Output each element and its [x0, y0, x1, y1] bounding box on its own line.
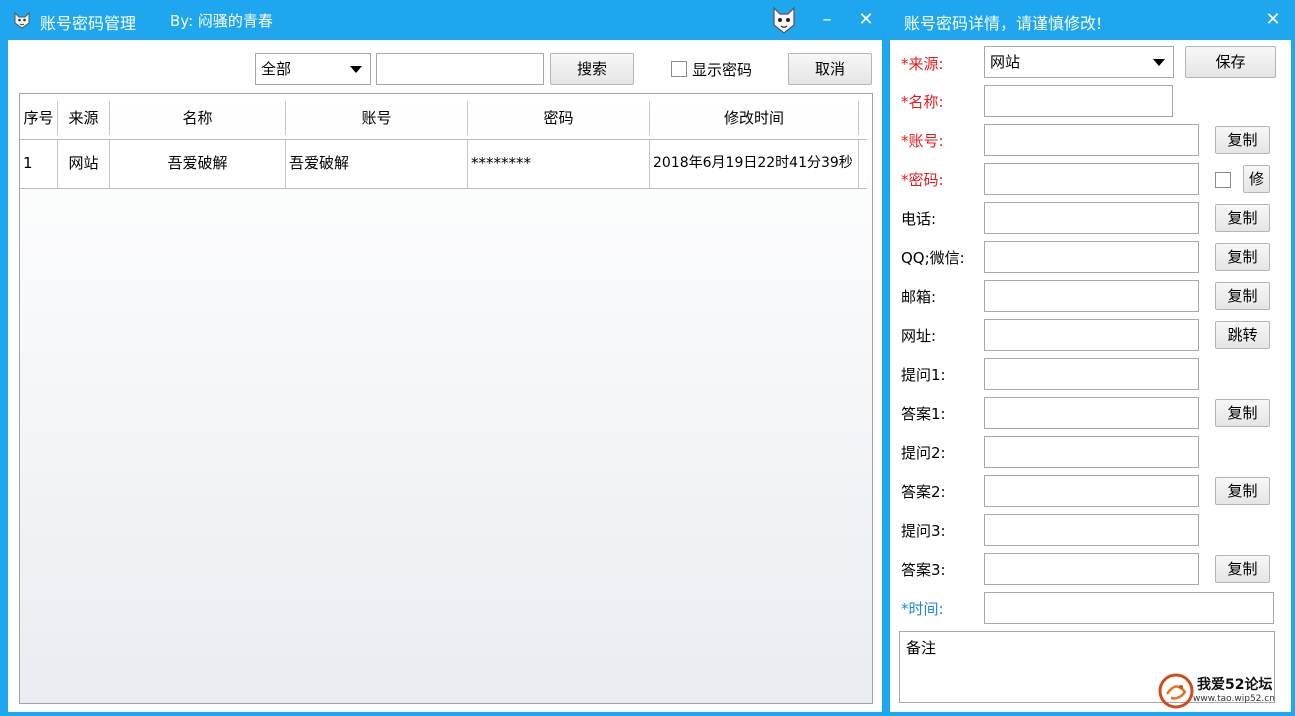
- question3-input[interactable]: [984, 514, 1199, 546]
- jump-url-button[interactable]: 跳转: [1215, 321, 1270, 349]
- author-credit: By: 闷骚的青春: [170, 12, 273, 30]
- dropdown-arrow-icon: [350, 66, 362, 73]
- name-label: *名称:: [901, 93, 944, 111]
- search-button[interactable]: 搜索: [550, 53, 634, 85]
- filter-dropdown[interactable]: 全部: [255, 53, 371, 85]
- cancel-button[interactable]: 取消: [788, 53, 872, 85]
- show-password-checkbox[interactable]: [671, 61, 687, 77]
- name-input[interactable]: [984, 85, 1173, 117]
- close-icon[interactable]: ✕: [1261, 8, 1285, 32]
- cell-modified-time: 2018年6月19日22时41分39秒: [650, 140, 859, 188]
- answer1-input[interactable]: [984, 397, 1199, 429]
- copy-qq-wechat-button[interactable]: 复制: [1215, 243, 1270, 271]
- modify-password-button[interactable]: 修: [1243, 165, 1270, 193]
- column-header-source[interactable]: 来源: [58, 101, 110, 135]
- url-input[interactable]: [984, 319, 1199, 351]
- dropdown-arrow-icon: [1153, 59, 1165, 66]
- detail-client-area: *来源: 网站 保存 *名称: *账号: 复制 *密码: 修 电话: 复制 QQ…: [890, 40, 1291, 712]
- copy-answer3-button[interactable]: 复制: [1215, 555, 1270, 583]
- memo-value: 备注: [906, 639, 937, 657]
- detail-title-bar: 账号密码详情，请谨慎修改! ✕: [886, 0, 1295, 40]
- answer2-input[interactable]: [984, 475, 1199, 507]
- source-label: *来源:: [901, 55, 944, 73]
- phone-label: 电话:: [901, 210, 937, 228]
- close-icon[interactable]: ✕: [854, 8, 878, 32]
- email-input[interactable]: [984, 280, 1199, 312]
- copy-phone-button[interactable]: 复制: [1215, 204, 1270, 232]
- column-header-modified-time[interactable]: 修改时间: [650, 101, 859, 135]
- filter-dropdown-value: 全部: [261, 60, 292, 78]
- cell-account: 吾爱破解: [286, 140, 468, 188]
- forum-watermark: 我爱52论坛 www.tao.wip52.cn: [1157, 670, 1287, 712]
- question1-input[interactable]: [984, 358, 1199, 390]
- cell-source: 网站: [58, 140, 110, 188]
- question2-label: 提问2:: [901, 444, 946, 462]
- accounts-table: 序号 来源 名称 账号 密码 修改时间 1 网站 吾爱破解 吾爱破解 *****…: [19, 93, 873, 704]
- main-title-bar: 账号密码管理 By: 闷骚的青春 – ✕: [0, 0, 884, 40]
- answer3-input[interactable]: [984, 553, 1199, 585]
- column-header-account[interactable]: 账号: [286, 101, 468, 135]
- answer1-label: 答案1:: [901, 405, 946, 423]
- source-dropdown[interactable]: 网站: [984, 46, 1174, 78]
- show-password-label: 显示密码: [692, 61, 753, 79]
- cell-name: 吾爱破解: [110, 140, 286, 188]
- question2-input[interactable]: [984, 436, 1199, 468]
- cell-password: ********: [468, 140, 650, 188]
- time-input[interactable]: [984, 592, 1274, 624]
- detail-window: 账号密码详情，请谨慎修改! ✕ *来源: 网站 保存 *名称: *账号: 复制 …: [886, 0, 1295, 716]
- cat-mascot-icon: [773, 6, 795, 34]
- qq-wechat-input[interactable]: [984, 241, 1199, 273]
- dragon-logo-icon: [1158, 673, 1194, 709]
- save-button[interactable]: 保存: [1185, 46, 1276, 78]
- watermark-url: www.tao.wip52.cn: [1193, 694, 1275, 704]
- copy-answer2-button[interactable]: 复制: [1215, 477, 1270, 505]
- search-input[interactable]: [376, 53, 544, 85]
- account-label: *账号:: [901, 132, 944, 150]
- phone-input[interactable]: [984, 202, 1199, 234]
- copy-account-button[interactable]: 复制: [1215, 126, 1270, 154]
- main-window-title: 账号密码管理: [40, 14, 137, 33]
- copy-answer1-button[interactable]: 复制: [1215, 399, 1270, 427]
- column-header-name[interactable]: 名称: [110, 101, 286, 135]
- qq-wechat-label: QQ;微信:: [901, 249, 965, 267]
- url-label: 网址:: [901, 327, 937, 345]
- cat-app-icon: [14, 11, 30, 29]
- table-row[interactable]: 1 网站 吾爱破解 吾爱破解 ******** 2018年6月19日22时41分…: [20, 139, 867, 189]
- column-header-index[interactable]: 序号: [20, 101, 58, 135]
- main-client-area: 全部 搜索 显示密码 取消 序号 来源 名称 账号 密码 修改时间 1 网站 吾…: [8, 40, 882, 712]
- time-label: *时间:: [901, 600, 944, 618]
- main-window: 账号密码管理 By: 闷骚的青春 – ✕ 全部 搜索 显示密码 取消 序号 来源…: [0, 0, 884, 716]
- password-input[interactable]: [984, 163, 1199, 195]
- answer2-label: 答案2:: [901, 483, 946, 501]
- detail-window-title: 账号密码详情，请谨慎修改!: [904, 14, 1103, 33]
- question1-label: 提问1:: [901, 366, 946, 384]
- password-visible-checkbox[interactable]: [1215, 172, 1231, 188]
- answer3-label: 答案3:: [901, 561, 946, 579]
- watermark-text: 我爱52论坛: [1197, 677, 1273, 693]
- minimize-icon[interactable]: –: [815, 8, 839, 32]
- email-label: 邮箱:: [901, 288, 937, 306]
- cell-index: 1: [20, 140, 58, 188]
- column-header-password[interactable]: 密码: [468, 101, 650, 135]
- account-input[interactable]: [984, 124, 1199, 156]
- copy-email-button[interactable]: 复制: [1215, 282, 1270, 310]
- password-label: *密码:: [901, 171, 944, 189]
- source-dropdown-value: 网站: [990, 53, 1021, 71]
- question3-label: 提问3:: [901, 522, 946, 540]
